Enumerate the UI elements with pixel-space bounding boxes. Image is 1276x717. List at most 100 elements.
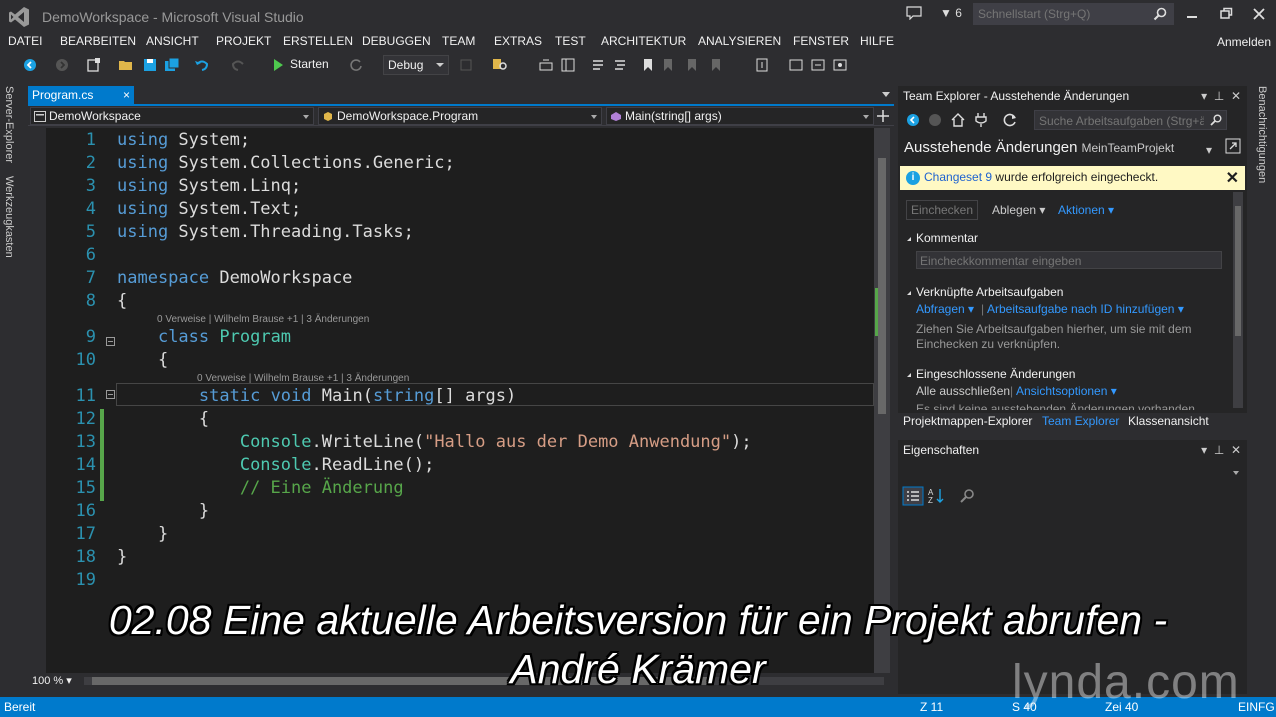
code-line[interactable]: 11 static void Main(string[] args) — [46, 386, 874, 409]
next-bookmark-icon[interactable] — [684, 57, 700, 73]
toolbar-option-3-icon[interactable] — [832, 57, 848, 73]
code-line[interactable]: 9 class Program — [46, 327, 874, 350]
forward-icon[interactable] — [928, 113, 942, 127]
code-line[interactable]: 3 using System.Linq; — [46, 176, 874, 199]
menu-bearbeiten[interactable]: BEARBEITEN — [60, 34, 136, 48]
team-explorer-scrollbar[interactable] — [1233, 192, 1243, 408]
scrollbar-thumb[interactable] — [878, 158, 886, 414]
code-line[interactable]: 13 Console.WriteLine("Hallo aus der Demo… — [46, 432, 874, 455]
add-work-item-by-id-link[interactable]: Arbeitsaufgabe nach ID hinzufügen ▾ — [987, 302, 1184, 316]
tab-program-cs[interactable]: Program.cs × — [28, 86, 134, 104]
notifications-tab[interactable]: Benachrichtigungen — [1256, 86, 1268, 183]
toolbar-option-icon[interactable] — [788, 57, 804, 73]
server-explorer-tab[interactable]: Server-Explorer — [3, 86, 15, 163]
codelens-method[interactable]: 0 Verweise | Wilhelm Brause +1 | 3 Änder… — [197, 373, 409, 385]
menu-extras[interactable]: EXTRAS — [494, 34, 542, 48]
code-line[interactable]: 17 } — [46, 524, 874, 547]
quick-launch[interactable] — [973, 3, 1174, 25]
clear-bookmarks-icon[interactable] — [708, 57, 724, 73]
tab-overflow-icon[interactable] — [882, 92, 890, 97]
code-line[interactable]: 16 } — [46, 501, 874, 524]
back-icon[interactable] — [906, 113, 920, 127]
work-item-search[interactable] — [1034, 110, 1227, 130]
panel-menu-icon[interactable]: ▾ — [1201, 443, 1207, 457]
scrollbar-thumb[interactable] — [1235, 206, 1241, 336]
checkin-comment-box[interactable] — [916, 251, 1222, 269]
toolbar-option-2-icon[interactable] — [810, 57, 826, 73]
save-icon[interactable] — [142, 57, 158, 73]
menu-fenster[interactable]: FENSTER — [793, 34, 849, 48]
included-changes-header[interactable]: Eingeschlossene Änderungen — [904, 367, 1075, 381]
exclude-all-link[interactable]: Alle ausschließen — [916, 384, 1010, 398]
refresh-icon[interactable] — [1002, 112, 1018, 128]
redo-icon[interactable] — [230, 57, 246, 73]
class-dropdown[interactable]: DemoWorkspace.Program — [318, 107, 602, 125]
view-options-link[interactable]: Ansichtsoptionen ▾ — [1016, 384, 1117, 398]
code-line[interactable]: 4 using System.Text; — [46, 199, 874, 222]
find-in-files-icon[interactable] — [492, 57, 508, 73]
undo-icon[interactable] — [194, 57, 210, 73]
codelens-class[interactable]: 0 Verweise | Wilhelm Brause +1 | 3 Änder… — [157, 314, 369, 326]
prev-bookmark-icon[interactable] — [660, 57, 676, 73]
menu-ansicht[interactable]: ANSICHT — [146, 34, 199, 48]
code-line[interactable]: 15 // Eine Änderung — [46, 478, 874, 501]
member-dropdown[interactable]: Main(string[] args) — [606, 107, 874, 125]
tab-team-explorer[interactable]: Team Explorer — [1042, 414, 1119, 428]
open-window-icon[interactable] — [1225, 138, 1241, 154]
menu-team[interactable]: TEAM — [442, 34, 475, 48]
home-icon[interactable] — [950, 112, 966, 128]
search-icon[interactable] — [1153, 7, 1167, 21]
checkin-comment-input[interactable] — [917, 253, 1217, 269]
comment-section-header[interactable]: Kommentar — [904, 231, 978, 245]
code-line[interactable]: 10 { — [46, 350, 874, 373]
menu-test[interactable]: TEST — [555, 34, 586, 48]
code-line[interactable]: 7 namespace DemoWorkspace — [46, 268, 874, 291]
step-icon[interactable] — [538, 57, 554, 73]
page-title[interactable]: Ausstehende Änderungen MeinTeamProjekt — [904, 139, 1174, 156]
property-pages-icon[interactable] — [956, 486, 978, 506]
close-tab-icon[interactable]: × — [123, 88, 130, 102]
tab-class-view[interactable]: Klassenansicht — [1128, 414, 1209, 428]
code-line[interactable]: 8{ — [46, 291, 874, 314]
connect-icon[interactable] — [974, 112, 988, 128]
menu-erstellen[interactable]: ERSTELLEN — [283, 34, 353, 48]
new-project-icon[interactable] — [86, 57, 102, 73]
shelve-dropdown[interactable]: Ablegen ▾ — [992, 203, 1045, 217]
code-line[interactable]: 6 — [46, 245, 874, 268]
categorized-icon[interactable] — [902, 486, 924, 506]
sign-in-link[interactable]: Anmelden — [1217, 35, 1271, 49]
close-panel-icon[interactable]: ✕ — [1231, 89, 1241, 103]
close-panel-icon[interactable]: ✕ — [1231, 443, 1241, 457]
bookmark-icon[interactable] — [640, 57, 656, 73]
split-editor-icon[interactable] — [876, 109, 890, 123]
comment-lines-icon[interactable] — [590, 57, 606, 73]
alphabetical-icon[interactable]: AZ — [926, 486, 948, 506]
code-line[interactable]: 2 using System.Collections.Generic; — [46, 153, 874, 176]
attach-icon[interactable] — [754, 57, 770, 73]
layout-icon[interactable] — [560, 57, 576, 73]
code-line[interactable]: 1 using System; — [46, 130, 874, 153]
toolbox-tab[interactable]: Werkzeugkasten — [3, 176, 15, 258]
save-all-icon[interactable] — [164, 57, 180, 73]
restart-icon[interactable] — [348, 57, 364, 73]
changeset-link[interactable]: Changeset 9 — [924, 170, 992, 184]
actions-dropdown[interactable]: Aktionen ▾ — [1058, 203, 1114, 217]
queries-link[interactable]: Abfragen ▾ — [916, 302, 974, 316]
code-line[interactable]: 14 Console.ReadLine(); — [46, 455, 874, 478]
dismiss-banner-icon[interactable]: ✕ — [1226, 168, 1239, 188]
open-file-icon[interactable] — [118, 57, 134, 73]
code-line[interactable]: 12 { — [46, 409, 874, 432]
code-line[interactable]: 5 using System.Threading.Tasks; — [46, 222, 874, 245]
editor-vertical-scrollbar[interactable] — [874, 128, 890, 674]
search-icon[interactable] — [1210, 114, 1222, 126]
menu-debuggen[interactable]: DEBUGGEN — [362, 34, 431, 48]
code-line[interactable]: 18} — [46, 547, 874, 570]
uncomment-lines-icon[interactable] — [612, 57, 628, 73]
project-dropdown[interactable]: DemoWorkspace — [30, 107, 314, 125]
notification-filter[interactable]: ▼ 6 — [940, 6, 962, 20]
solution-configuration-dropdown[interactable]: Debug — [383, 55, 449, 75]
page-chevron-down-icon[interactable]: ▾ — [1206, 143, 1212, 157]
code-line[interactable]: 19 — [46, 570, 874, 593]
menu-datei[interactable]: DATEI — [8, 34, 42, 48]
tab-solution-explorer[interactable]: Projektmappen-Explorer — [903, 414, 1032, 428]
